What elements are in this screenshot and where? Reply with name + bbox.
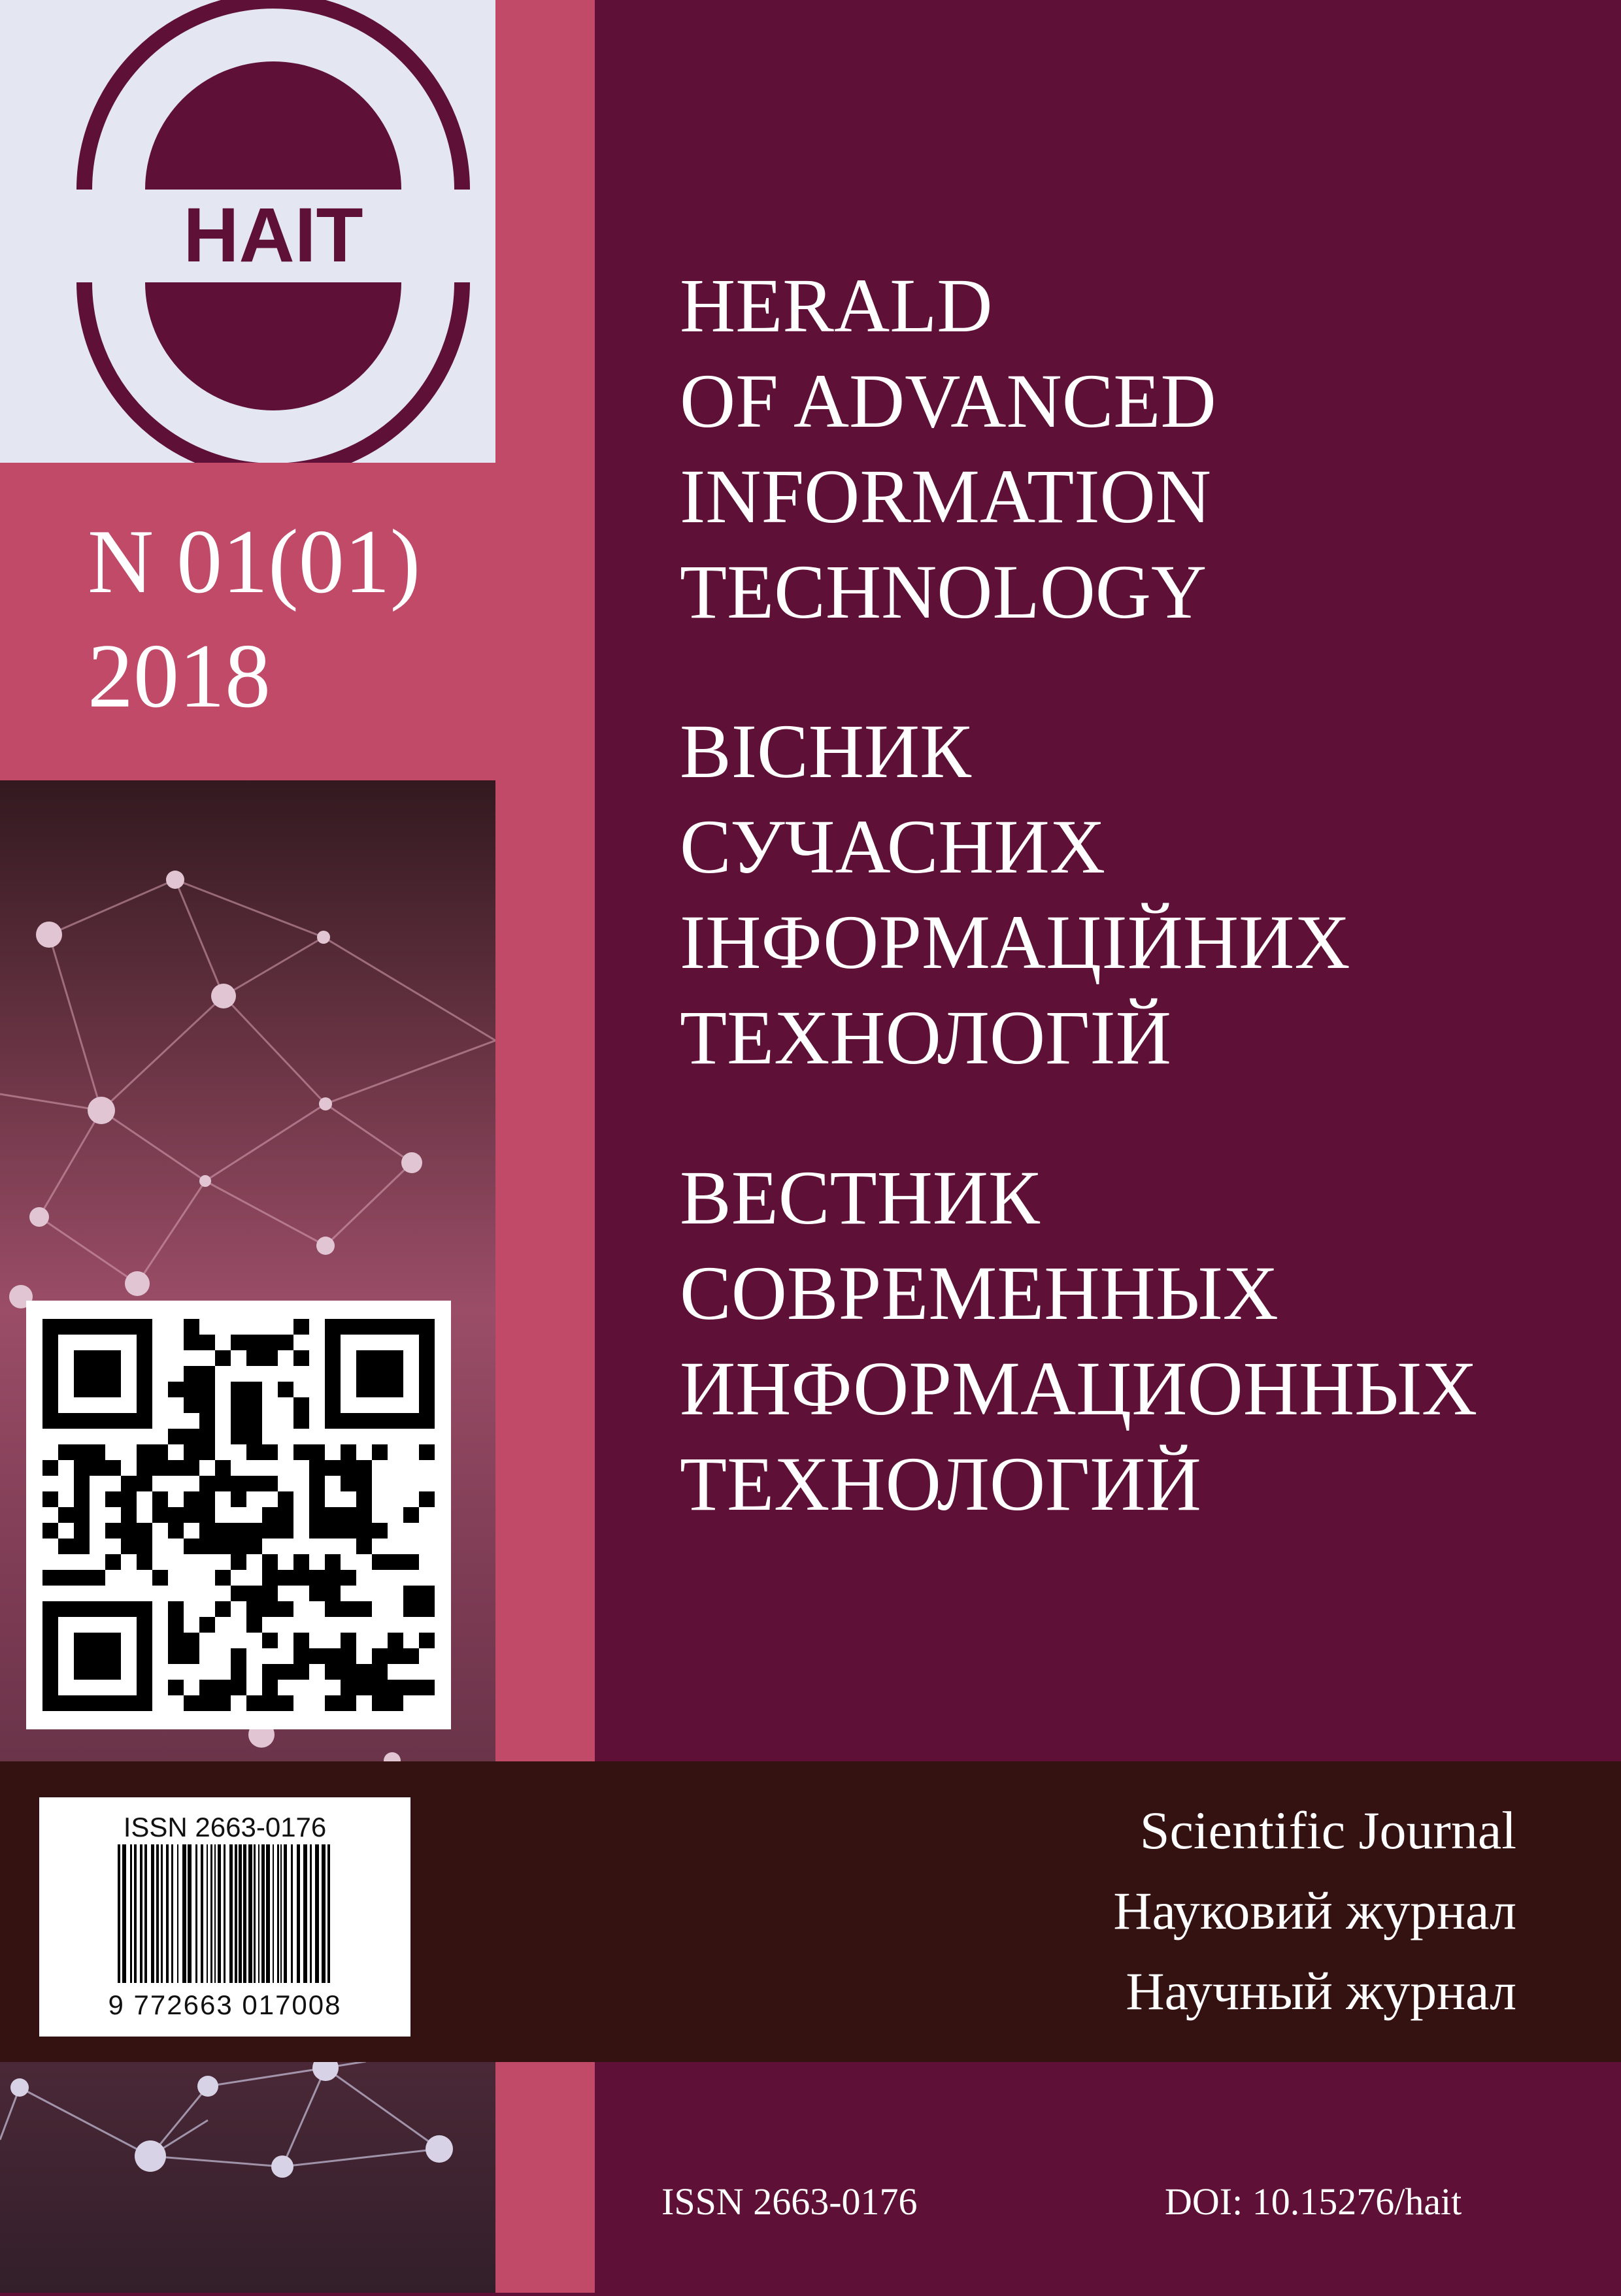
logo-text: HAIT (183, 192, 363, 278)
title-line: ИНФОРМАЦИОННЫХ (680, 1346, 1478, 1431)
title-line: OF ADVANCED (680, 358, 1216, 444)
subtitle-ukrainian: Науковий журнал (1113, 1881, 1516, 1940)
title-line: ВІСНИК (680, 708, 971, 794)
qr-code-graphic (42, 1319, 435, 1711)
title-line: TECHNOLOGY (680, 549, 1207, 635)
title-line: ВЕСТНИК (680, 1155, 1040, 1240)
title-line: СОВРЕМЕННЫХ (680, 1250, 1278, 1336)
issue-panel (0, 463, 495, 780)
title-line: INFORMATION (680, 454, 1211, 539)
title-line: ТЕХНОЛОГІЙ (680, 995, 1171, 1080)
title-ukrainian: ВІСНИК СУЧАСНИХ ІНФОРМАЦІЙНИХ ТЕХНОЛОГІЙ (680, 704, 1350, 1086)
subtitle-english: Scientific Journal (1139, 1801, 1516, 1860)
title-line: ІНФОРМАЦІЙНИХ (680, 899, 1350, 985)
subtitle-russian: Научный журнал (1126, 1961, 1516, 2021)
issue-year: 2018 (88, 625, 271, 727)
issue-number: N 01(01) (88, 511, 421, 612)
barcode: ISSN 2663-0176 9 772663 017008 (39, 1797, 410, 2037)
title-russian: ВЕСТНИК СОВРЕМЕННЫХ ИНФОРМАЦИОННЫХ ТЕХНО… (680, 1150, 1477, 1532)
title-english: HERALD OF ADVANCED INFORMATION TECHNOLOG… (680, 258, 1216, 640)
logo-panel: HAIT (0, 0, 495, 463)
footer-doi: DOI: 10.15276/hait (1165, 2180, 1462, 2223)
title-line: ТЕХНОЛОГИЙ (680, 1441, 1201, 1527)
title-line: HERALD (680, 263, 993, 348)
footer-issn: ISSN 2663-0176 (661, 2180, 918, 2223)
title-line: СУЧАСНИХ (680, 804, 1106, 890)
barcode-digits: 9 772663 017008 (108, 1989, 342, 2020)
hait-logo: HAIT (76, 0, 470, 463)
qr-code (26, 1301, 451, 1729)
